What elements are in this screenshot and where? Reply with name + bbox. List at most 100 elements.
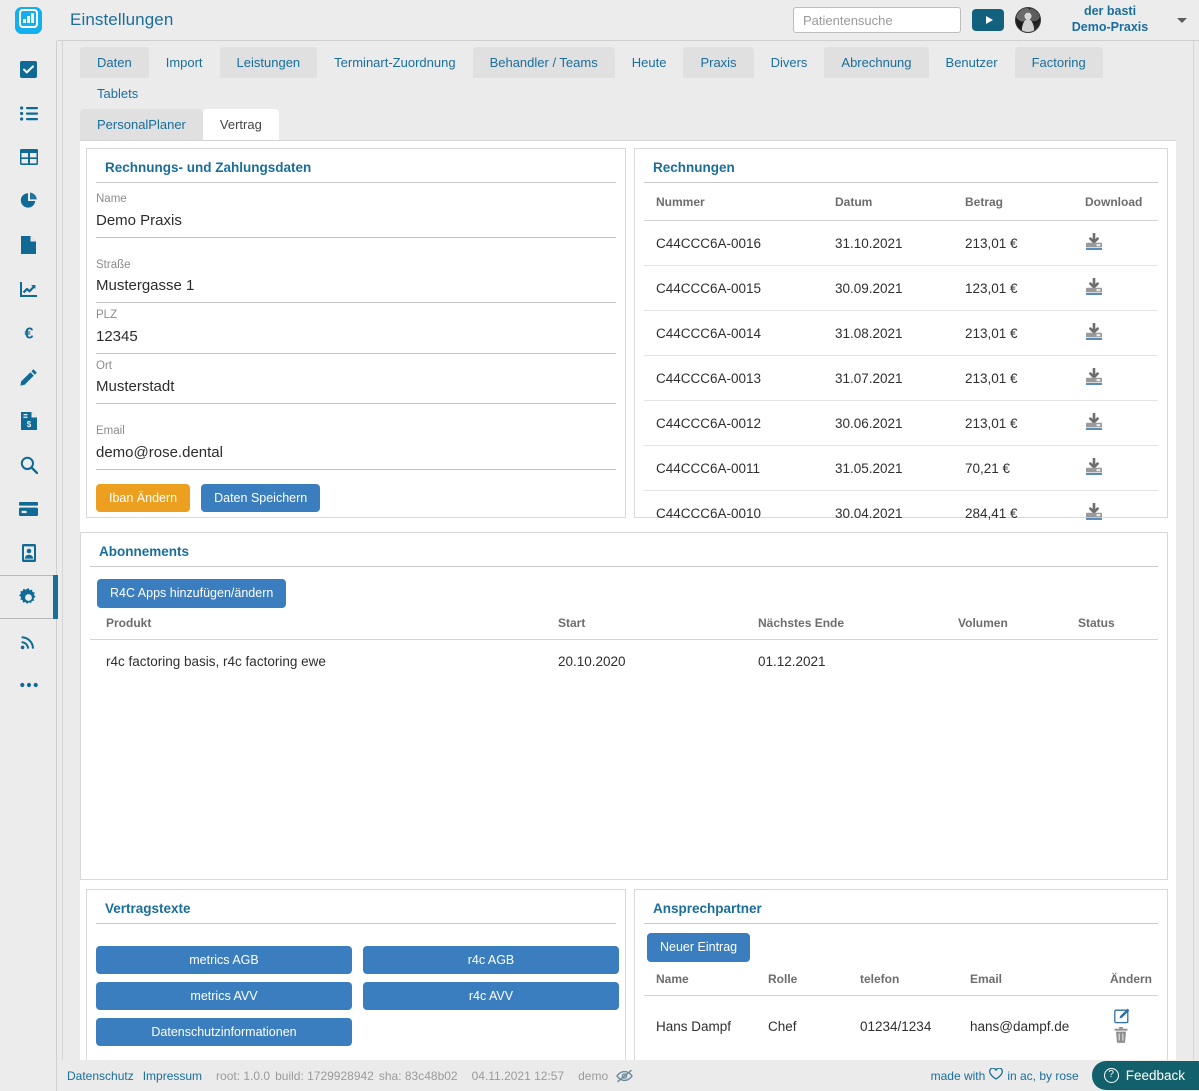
table-row[interactable]: r4c factoring basis, r4c factoring ewe 2… xyxy=(90,639,1158,683)
sidebar-item-statistics[interactable] xyxy=(0,179,57,223)
feedback-button[interactable]: ? Feedback xyxy=(1091,1061,1199,1090)
sidebar-item-patients[interactable] xyxy=(0,531,57,575)
download-icon[interactable] xyxy=(1085,277,1103,298)
sidebar-item-documents[interactable] xyxy=(0,223,57,267)
tab-abrechnung[interactable]: Abrechnung xyxy=(824,47,929,78)
tab-factoring[interactable]: Factoring xyxy=(1014,47,1103,78)
sidebar-item-feed[interactable] xyxy=(0,619,57,663)
col-telefon: telefon xyxy=(848,961,958,996)
sidebar-item-settings[interactable] xyxy=(0,575,58,619)
download-icon[interactable] xyxy=(1085,412,1103,433)
field-name[interactable]: Name Demo Praxis xyxy=(96,183,616,238)
svg-text:$: $ xyxy=(26,420,31,429)
footer-link-impressum[interactable]: Impressum xyxy=(143,1069,202,1083)
field-ort-value[interactable]: Musterstadt xyxy=(96,376,616,401)
contacts-card: Ansprechpartner Neuer Eintrag Name Rolle… xyxy=(634,889,1168,1060)
tab-heute[interactable]: Heute xyxy=(615,47,684,78)
tab-terminart-zuordnung[interactable]: Terminart-Zuordnung xyxy=(317,47,472,78)
download-icon[interactable] xyxy=(1085,322,1103,343)
footer-build: build: 1729928942 xyxy=(275,1068,374,1083)
tab-vertrag[interactable]: Vertrag xyxy=(202,109,279,140)
new-contact-button[interactable]: Neuer Eintrag xyxy=(647,933,751,962)
edit-contact-button[interactable] xyxy=(1110,1008,1134,1027)
sidebar-item-invoices[interactable]: $ xyxy=(0,399,57,443)
field-plz[interactable]: PLZ 12345 xyxy=(96,303,616,354)
table-row[interactable]: C44CCC6A-0012 30.06.2021 213,01 € xyxy=(644,400,1158,446)
app-logo[interactable] xyxy=(0,0,57,41)
r4c-agb-button[interactable]: r4c AGB xyxy=(363,946,619,974)
tab-praxis[interactable]: Praxis xyxy=(683,47,754,78)
download-icon[interactable] xyxy=(1085,457,1103,478)
field-email[interactable]: Email demo@rose.dental xyxy=(96,415,616,470)
list-icon xyxy=(19,105,38,121)
table-row[interactable]: C44CCC6A-0011 31.05.2021 70,21 € xyxy=(644,445,1158,491)
subscriptions-header-row: Produkt Start Nächstes Ende Volumen Stat… xyxy=(90,607,1158,640)
contacts-actions: Neuer Eintrag xyxy=(635,924,1167,962)
tab-behandler-teams[interactable]: Behandler / Teams xyxy=(472,47,615,78)
sidebar-item-payments[interactable] xyxy=(0,487,57,531)
tab-personalplaner[interactable]: PersonalPlaner xyxy=(80,109,203,140)
tab-daten[interactable]: Daten xyxy=(80,47,149,78)
field-strasse-value[interactable]: Mustergasse 1 xyxy=(96,275,616,300)
col-naechstes-ende: Nächstes Ende xyxy=(742,607,942,640)
video-button[interactable] xyxy=(972,9,1004,31)
download-icon[interactable] xyxy=(1085,232,1103,253)
line-chart-icon xyxy=(19,281,38,297)
tab-leistungen[interactable]: Leistungen xyxy=(219,47,318,78)
cell-download[interactable] xyxy=(1079,445,1158,491)
chevron-down-icon[interactable] xyxy=(1177,17,1187,23)
table-row[interactable]: C44CCC6A-0013 31.07.2021 213,01 € xyxy=(644,355,1158,401)
download-icon[interactable] xyxy=(1085,502,1103,523)
cell-nummer: C44CCC6A-0016 xyxy=(644,220,829,266)
search-input[interactable] xyxy=(793,7,961,33)
metrics-agb-button[interactable]: metrics AGB xyxy=(96,946,352,974)
tab-benutzer[interactable]: Benutzer xyxy=(929,47,1015,78)
add-r4c-apps-button[interactable]: R4C Apps hinzufügen/ändern xyxy=(97,579,287,608)
sidebar-item-search[interactable] xyxy=(0,443,57,487)
contacts-card-title: Ansprechpartner xyxy=(644,890,1158,924)
field-ort[interactable]: Ort Musterstadt xyxy=(96,354,616,405)
user-info[interactable]: der basti Demo-Praxis xyxy=(1058,4,1162,35)
table-row[interactable]: C44CCC6A-0016 31.10.2021 213,01 € xyxy=(644,220,1158,266)
download-icon[interactable] xyxy=(1085,367,1103,388)
sidebar-item-reports[interactable] xyxy=(0,267,57,311)
cell-download[interactable] xyxy=(1079,310,1158,356)
sidebar-item-edit[interactable] xyxy=(0,355,57,399)
tab-divers[interactable]: Divers xyxy=(754,47,825,78)
tab-import[interactable]: Import xyxy=(149,47,220,78)
field-email-value[interactable]: demo@rose.dental xyxy=(96,442,616,467)
table-row[interactable]: C44CCC6A-0010 30.04.2021 284,41 € xyxy=(644,490,1158,536)
cell-telefon: 01234/1234 xyxy=(860,1019,932,1034)
datenschutzinfo-button[interactable]: Datenschutzinformationen xyxy=(96,1018,352,1046)
r4c-avv-button[interactable]: r4c AVV xyxy=(363,982,619,1010)
save-data-button[interactable]: Daten Speichern xyxy=(201,483,321,513)
field-plz-value[interactable]: 12345 xyxy=(96,326,616,351)
cell-download[interactable] xyxy=(1079,265,1158,311)
table-row[interactable]: C44CCC6A-0014 31.08.2021 213,01 € xyxy=(644,310,1158,356)
cell-download[interactable] xyxy=(1079,490,1158,536)
metrics-avv-button[interactable]: metrics AVV xyxy=(96,982,352,1010)
bar-chart-logo-icon xyxy=(15,7,42,34)
col-aendern: Ändern xyxy=(1098,961,1158,996)
field-name-value[interactable]: Demo Praxis xyxy=(96,210,616,235)
cell-download[interactable] xyxy=(1079,355,1158,401)
footer-link-datenschutz[interactable]: Datenschutz xyxy=(67,1069,134,1083)
practice-name: Demo-Praxis xyxy=(1071,20,1149,34)
table-row[interactable]: Hans Dampf Chef 01234/1234 hans@dampf.de xyxy=(644,995,1158,1058)
sidebar-item-finance[interactable]: € xyxy=(0,311,57,355)
sidebar-item-more[interactable] xyxy=(0,663,57,707)
table-row[interactable]: C44CCC6A-0015 30.09.2021 123,01 € xyxy=(644,265,1158,311)
field-strasse[interactable]: Straße Mustergasse 1 xyxy=(96,249,616,304)
sidebar-item-table[interactable] xyxy=(0,135,57,179)
delete-contact-button[interactable] xyxy=(1110,1026,1132,1046)
cell-download[interactable] xyxy=(1079,400,1158,446)
sidebar-item-tasks[interactable] xyxy=(0,47,57,91)
page-title: Einstellungen xyxy=(70,10,174,29)
eye-off-icon[interactable] xyxy=(616,1069,633,1083)
contacts-table: Name Rolle telefon Email Ändern Hans Dam… xyxy=(644,961,1158,1058)
avatar[interactable] xyxy=(1015,7,1041,33)
sidebar-item-list[interactable] xyxy=(0,91,57,135)
tab-tablets[interactable]: Tablets xyxy=(80,78,155,109)
cell-download[interactable] xyxy=(1079,220,1158,266)
iban-change-button[interactable]: Iban Ändern xyxy=(96,483,191,513)
